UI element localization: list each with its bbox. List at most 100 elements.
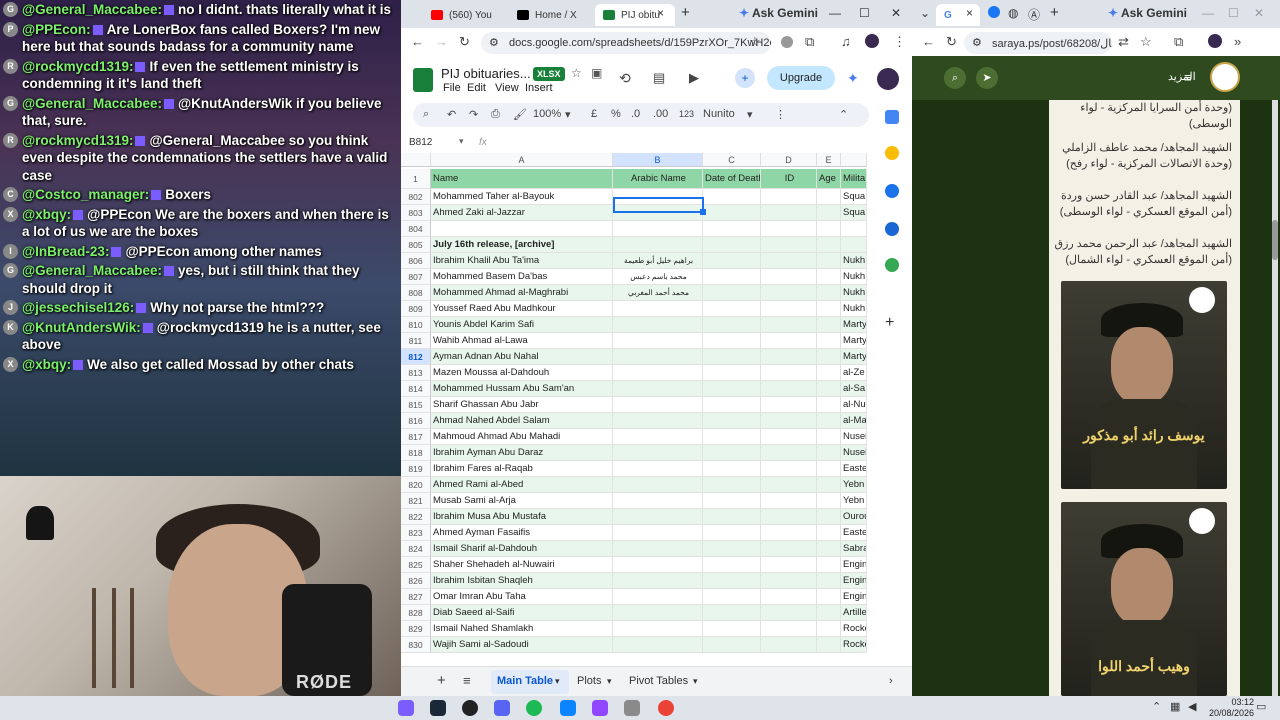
martyr-photo[interactable]: وهيب أحمد اللوا [1061, 502, 1227, 696]
row-number[interactable]: 815 [401, 397, 431, 413]
name-cell[interactable]: Youssef Raed Abu Madhkour [431, 301, 613, 317]
chat-username[interactable]: @General_Maccabee: [22, 263, 162, 278]
arabic-name-cell[interactable] [613, 605, 703, 621]
arabic-name-cell[interactable] [613, 381, 703, 397]
age-cell[interactable] [817, 317, 841, 333]
arabic-name-cell[interactable] [613, 301, 703, 317]
id-cell[interactable] [761, 365, 817, 381]
date-of-death-cell[interactable] [703, 477, 761, 493]
age-cell[interactable] [817, 509, 841, 525]
id-cell[interactable] [761, 637, 817, 653]
all-sheets-icon[interactable]: ≡ [463, 673, 471, 688]
date-of-death-cell[interactable] [703, 349, 761, 365]
new-tab-icon[interactable]: + [681, 4, 690, 21]
meet-icon[interactable]: ▶ [689, 70, 699, 86]
id-cell[interactable] [761, 573, 817, 589]
maps-icon[interactable] [885, 258, 899, 272]
age-cell[interactable] [817, 525, 841, 541]
name-cell[interactable]: Ibrahim Musa Abu Mustafa [431, 509, 613, 525]
row-number[interactable]: 828 [401, 605, 431, 621]
id-cell[interactable] [761, 605, 817, 621]
account-avatar[interactable] [877, 68, 899, 90]
column-header-a[interactable]: A [431, 153, 613, 167]
name-cell[interactable]: Mohammed Basem Da'bas [431, 269, 613, 285]
translate-page-icon[interactable]: ⇄ [1118, 34, 1129, 50]
name-cell[interactable]: Sharif Ghassan Abu Jabr [431, 397, 613, 413]
telegram-icon[interactable]: ➤ [976, 67, 998, 89]
notifications-icon[interactable]: ▭ [1256, 700, 1266, 713]
date-of-death-cell[interactable] [703, 189, 761, 205]
close-window-icon[interactable]: ✕ [891, 6, 901, 20]
age-cell[interactable] [817, 557, 841, 573]
ask-gemini-button[interactable]: ✦ Ask Gemini [739, 6, 818, 20]
row-number[interactable]: 814 [401, 381, 431, 397]
militia-cell[interactable]: Artille [841, 605, 867, 621]
arabic-name-cell[interactable] [613, 637, 703, 653]
maximize-icon[interactable]: ☐ [1228, 6, 1239, 20]
name-cell[interactable]: Ismail Sharif al-Dahdouh [431, 541, 613, 557]
row-number[interactable]: 805 [401, 237, 431, 253]
militia-cell[interactable]: Easte [841, 525, 867, 541]
close-tab-icon[interactable]: × [657, 6, 664, 20]
militia-cell[interactable]: Sabra [841, 541, 867, 557]
name-cell[interactable]: Diab Saeed al-Saifi [431, 605, 613, 621]
id-cell[interactable] [761, 237, 817, 253]
search-icon[interactable]: ⌕ [423, 108, 429, 121]
age-cell[interactable] [817, 397, 841, 413]
arabic-name-cell[interactable] [613, 429, 703, 445]
name-box[interactable]: B812 [409, 137, 432, 148]
extensions-puzzle-icon[interactable]: ⧉ [1174, 34, 1183, 50]
globe-icon[interactable]: ◍ [1008, 6, 1018, 20]
forward-icon[interactable]: → [435, 34, 448, 49]
volume-icon[interactable]: ◀ [1188, 700, 1196, 713]
name-cell[interactable]: Mohammed Ahmad al-Maghrabi [431, 285, 613, 301]
age-cell[interactable] [817, 541, 841, 557]
name-cell[interactable]: Ahmad Nahed Abdel Salam [431, 413, 613, 429]
tab-google[interactable]: G [936, 4, 980, 26]
star-document-icon[interactable]: ☆ [571, 66, 582, 80]
row-number[interactable]: 829 [401, 621, 431, 637]
twitch-icon[interactable] [592, 700, 608, 716]
arabic-name-cell[interactable] [613, 477, 703, 493]
id-cell[interactable] [761, 349, 817, 365]
date-of-death-cell[interactable] [703, 605, 761, 621]
age-cell[interactable] [817, 221, 841, 237]
id-cell[interactable] [761, 445, 817, 461]
bookmark-star-icon[interactable]: ☆ [1140, 34, 1152, 50]
steam-icon[interactable] [430, 700, 446, 716]
chat-username[interactable]: @jessechisel126: [22, 300, 134, 315]
hamburger-menu-icon[interactable]: ≡ [1184, 70, 1192, 85]
back-icon[interactable]: ← [922, 34, 935, 49]
date-of-death-cell[interactable] [703, 397, 761, 413]
id-cell[interactable] [761, 301, 817, 317]
chrome-icon[interactable] [658, 700, 674, 716]
arabic-name-cell[interactable]: محمد باسم دعبس [613, 269, 703, 285]
date-of-death-cell[interactable] [703, 269, 761, 285]
date-of-death-cell[interactable] [703, 557, 761, 573]
date-of-death-cell[interactable] [703, 509, 761, 525]
name-cell[interactable]: Ahmed Ayman Fasaifis [431, 525, 613, 541]
undo-icon[interactable]: ↶ [447, 108, 456, 121]
tab-list-icon[interactable]: ⌄ [920, 6, 930, 20]
chat-username[interactable]: @PPEcon: [22, 22, 91, 37]
militia-cell[interactable]: Engin [841, 573, 867, 589]
name-cell[interactable]: Wahib Ahmad al-Lawa [431, 333, 613, 349]
chat-username[interactable]: @General_Maccabee: [22, 96, 162, 111]
date-of-death-cell[interactable] [703, 381, 761, 397]
row-number[interactable]: 825 [401, 557, 431, 573]
militia-cell[interactable]: Nukh [841, 285, 867, 301]
menu-file[interactable]: File [443, 82, 461, 94]
name-cell[interactable]: July 16th release, [archive] [431, 237, 613, 253]
reload-icon[interactable]: ↻ [946, 34, 957, 50]
date-of-death-cell[interactable] [703, 253, 761, 269]
close-window-icon[interactable]: ✕ [1254, 6, 1264, 20]
age-cell[interactable] [817, 285, 841, 301]
chat-username[interactable]: @xbqy: [22, 207, 71, 222]
address-bar[interactable]: ⚙ docs.google.com/spreadsheets/d/159PzrXO… [481, 32, 771, 54]
id-cell[interactable] [761, 461, 817, 477]
militia-cell[interactable]: Marty [841, 333, 867, 349]
name-cell[interactable]: Ismail Nahed Shamlakh [431, 621, 613, 637]
date-of-death-cell[interactable] [703, 317, 761, 333]
sheet-tab-pivot-tables[interactable]: Pivot Tables [629, 675, 688, 687]
menu-insert[interactable]: Insert [525, 82, 553, 94]
